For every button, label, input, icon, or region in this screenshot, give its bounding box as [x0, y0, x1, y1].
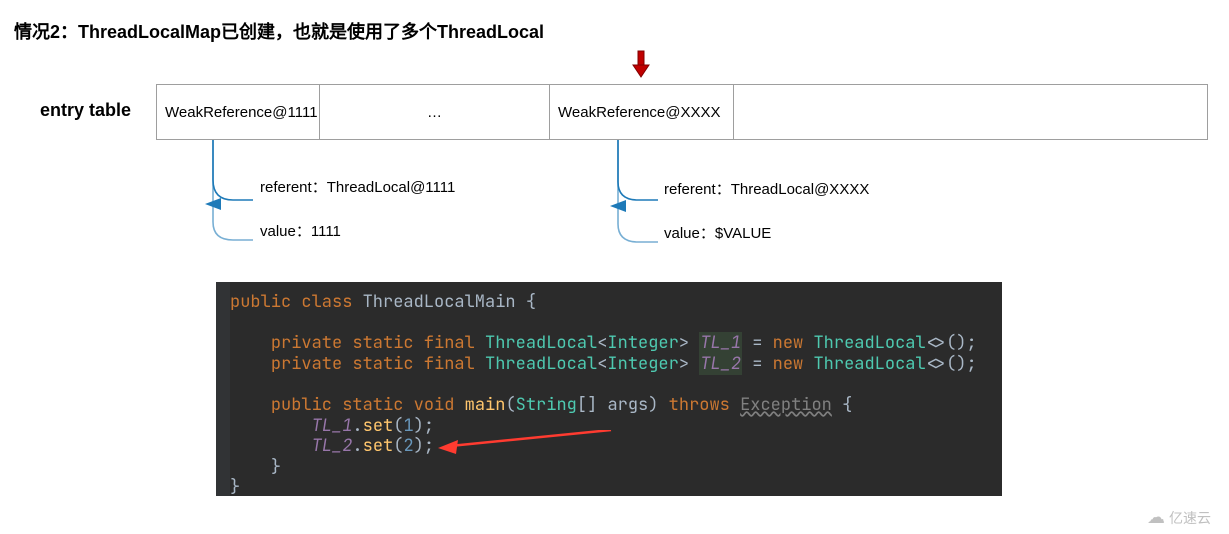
detail-left-referent: referent：ThreadLocal@1111: [260, 176, 455, 197]
table-cell: …: [320, 84, 550, 140]
watermark: ☁ 亿速云: [1147, 507, 1211, 528]
connector-right-icon: [602, 140, 672, 268]
table-cell: WeakReference@XXXX: [550, 84, 734, 140]
detail-left-value: value：1111: [260, 220, 341, 241]
code-arrow-icon: [436, 430, 616, 454]
page-title: 情况2：ThreadLocalMap已创建，也就是使用了多个ThreadLoca…: [14, 18, 544, 44]
entry-table-label: entry table: [40, 100, 131, 121]
table-cell: WeakReference@1111: [156, 84, 320, 140]
table-cell: [734, 84, 1208, 140]
cloud-icon: ☁: [1147, 507, 1165, 528]
entry-table: WeakReference@1111 … WeakReference@XXXX: [156, 84, 1208, 140]
detail-right-referent: referent：ThreadLocal@XXXX: [664, 178, 869, 199]
detail-right-value: value：$VALUE: [664, 222, 771, 243]
arrow-down-icon: [630, 49, 652, 81]
code-content: public class ThreadLocalMain { private s…: [230, 292, 977, 496]
connector-left-icon: [197, 140, 267, 268]
watermark-text: 亿速云: [1169, 508, 1211, 528]
code-block: public class ThreadLocalMain { private s…: [216, 282, 1002, 496]
code-gutter: [216, 282, 230, 496]
